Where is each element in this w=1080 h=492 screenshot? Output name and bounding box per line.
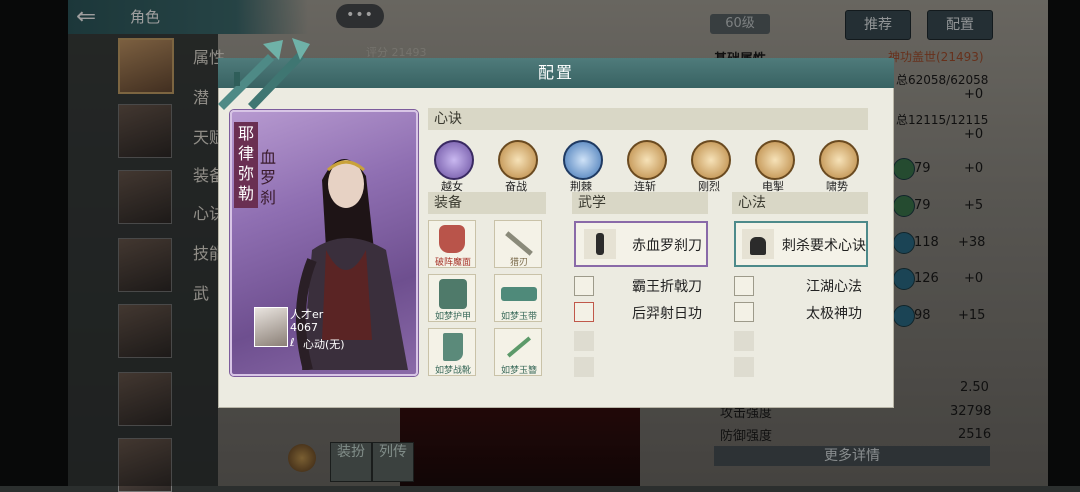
equip-label: 如梦护甲 [434,312,471,322]
mind-sub-label[interactable]: 太极神功 [806,303,862,323]
lianzhan-skill-icon[interactable] [627,140,667,180]
equip-slot-helmet[interactable]: 破阵魔面 [428,220,476,268]
equip-label: 如梦玉带 [500,312,537,322]
player-name: 人才er [290,308,324,321]
yuenv-skill-icon[interactable] [434,140,474,180]
empty-slot[interactable] [734,357,754,377]
mind-sub-label[interactable]: 江湖心法 [806,276,862,296]
hairpin-icon [506,336,532,358]
mind-main-slot[interactable]: 刺杀要术心诀 [734,221,868,267]
character-title: 血罗刹 [259,148,276,207]
martial-sub-icon[interactable] [574,302,594,322]
equip-slot-belt[interactable]: 如梦玉带 [494,274,542,322]
player-power: 4067 [290,321,318,334]
empty-slot[interactable] [734,331,754,351]
xinjue-section-header: 心诀 [428,108,868,130]
martial-main-label: 赤血罗刹刀 [632,238,702,254]
equipment-section-header: 装备 [428,192,546,214]
crossed-swords-decoration-icon [218,38,310,110]
mask-icon [439,225,465,253]
armor-icon [439,279,467,309]
equip-label: 破阵魔面 [434,258,471,268]
boots-icon [443,333,463,361]
mind-figure-icon [742,229,774,259]
martial-figure-icon [584,229,616,259]
equip-slot-accessory[interactable]: 如梦玉簪 [494,328,542,376]
mind-main-label: 刺杀要术心诀 [782,238,866,254]
equip-slot-boots[interactable]: 如梦战靴 [428,328,476,376]
fenzhan-skill-icon[interactable] [498,140,538,180]
equip-label: 猎刃 [509,258,528,268]
martial-sub-icon[interactable] [574,276,594,296]
martial-sub-label[interactable]: 霸王折戟刀 [632,276,702,296]
equip-label: 如梦玉簪 [500,366,537,376]
heart-status: 心动(无) [303,338,345,351]
mind-sub-icon[interactable] [734,276,754,296]
empty-slot[interactable] [574,331,594,351]
mind-section-header: 心法 [732,192,868,214]
dagger-icon [505,231,533,256]
martial-section-header: 武学 [572,192,708,214]
xiaoshi-skill-icon[interactable] [819,140,859,180]
player-avatar [254,307,288,347]
jingji-skill-icon[interactable] [563,140,603,180]
empty-slot[interactable] [574,357,594,377]
equip-slot-armor[interactable]: 如梦护甲 [428,274,476,322]
martial-main-slot[interactable]: 赤血罗刹刀 [574,221,708,267]
character-name: 耶律弥勒 [237,124,254,203]
ganglie-skill-icon[interactable] [691,140,731,180]
mind-sub-icon[interactable] [734,302,754,322]
belt-icon [501,287,537,301]
equip-slot-weapon[interactable]: 猎刃 [494,220,542,268]
martial-sub-label[interactable]: 后羿射日功 [632,303,702,323]
dianche-skill-icon[interactable] [755,140,795,180]
equip-label: 如梦战靴 [434,366,471,376]
modal-title: 配置 [537,63,574,82]
